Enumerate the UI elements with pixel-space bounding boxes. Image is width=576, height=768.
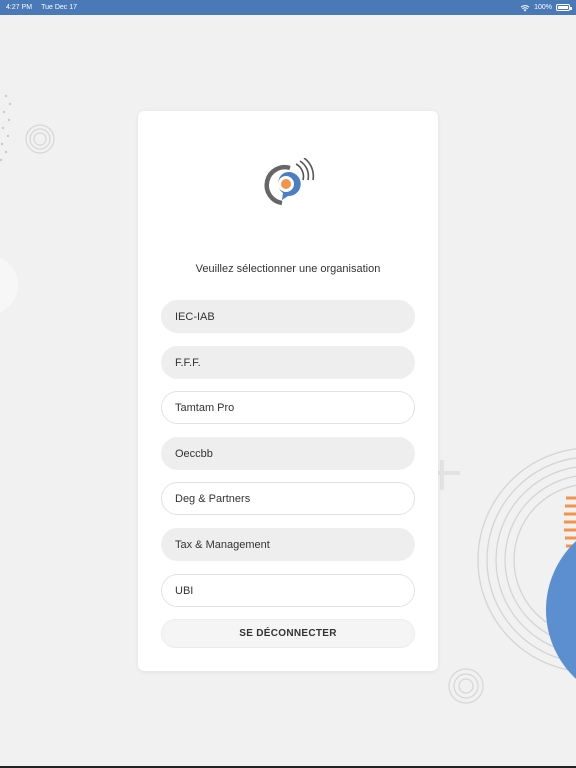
select-organization-prompt: Veuillez sélectionner une organisation: [195, 263, 381, 275]
org-button-tamtam-pro[interactable]: Tamtam Pro: [161, 391, 415, 424]
org-label: UBI: [175, 584, 194, 597]
org-button-oeccbb[interactable]: Oeccbb: [161, 437, 415, 470]
org-label: Oeccbb: [175, 447, 213, 460]
org-label: IEC-IAB: [175, 310, 215, 323]
org-label: Tamtam Pro: [175, 401, 235, 414]
org-button-tax-management[interactable]: Tax & Management: [161, 528, 415, 561]
org-label: F.F.F.: [175, 356, 201, 369]
org-button-iec-iab[interactable]: IEC-IAB: [161, 300, 415, 333]
logout-button[interactable]: SE DÉCONNECTER: [161, 619, 415, 648]
org-button-fff[interactable]: F.F.F.: [161, 346, 415, 379]
org-button-ubi[interactable]: UBI: [161, 574, 415, 607]
org-label: Tax & Management: [175, 538, 270, 551]
org-label: Deg & Partners: [175, 492, 251, 505]
organization-card: Veuillez sélectionner une organisation I…: [138, 111, 438, 671]
org-button-deg-partners[interactable]: Deg & Partners: [161, 482, 415, 515]
chat-signal-logo: [264, 158, 315, 206]
